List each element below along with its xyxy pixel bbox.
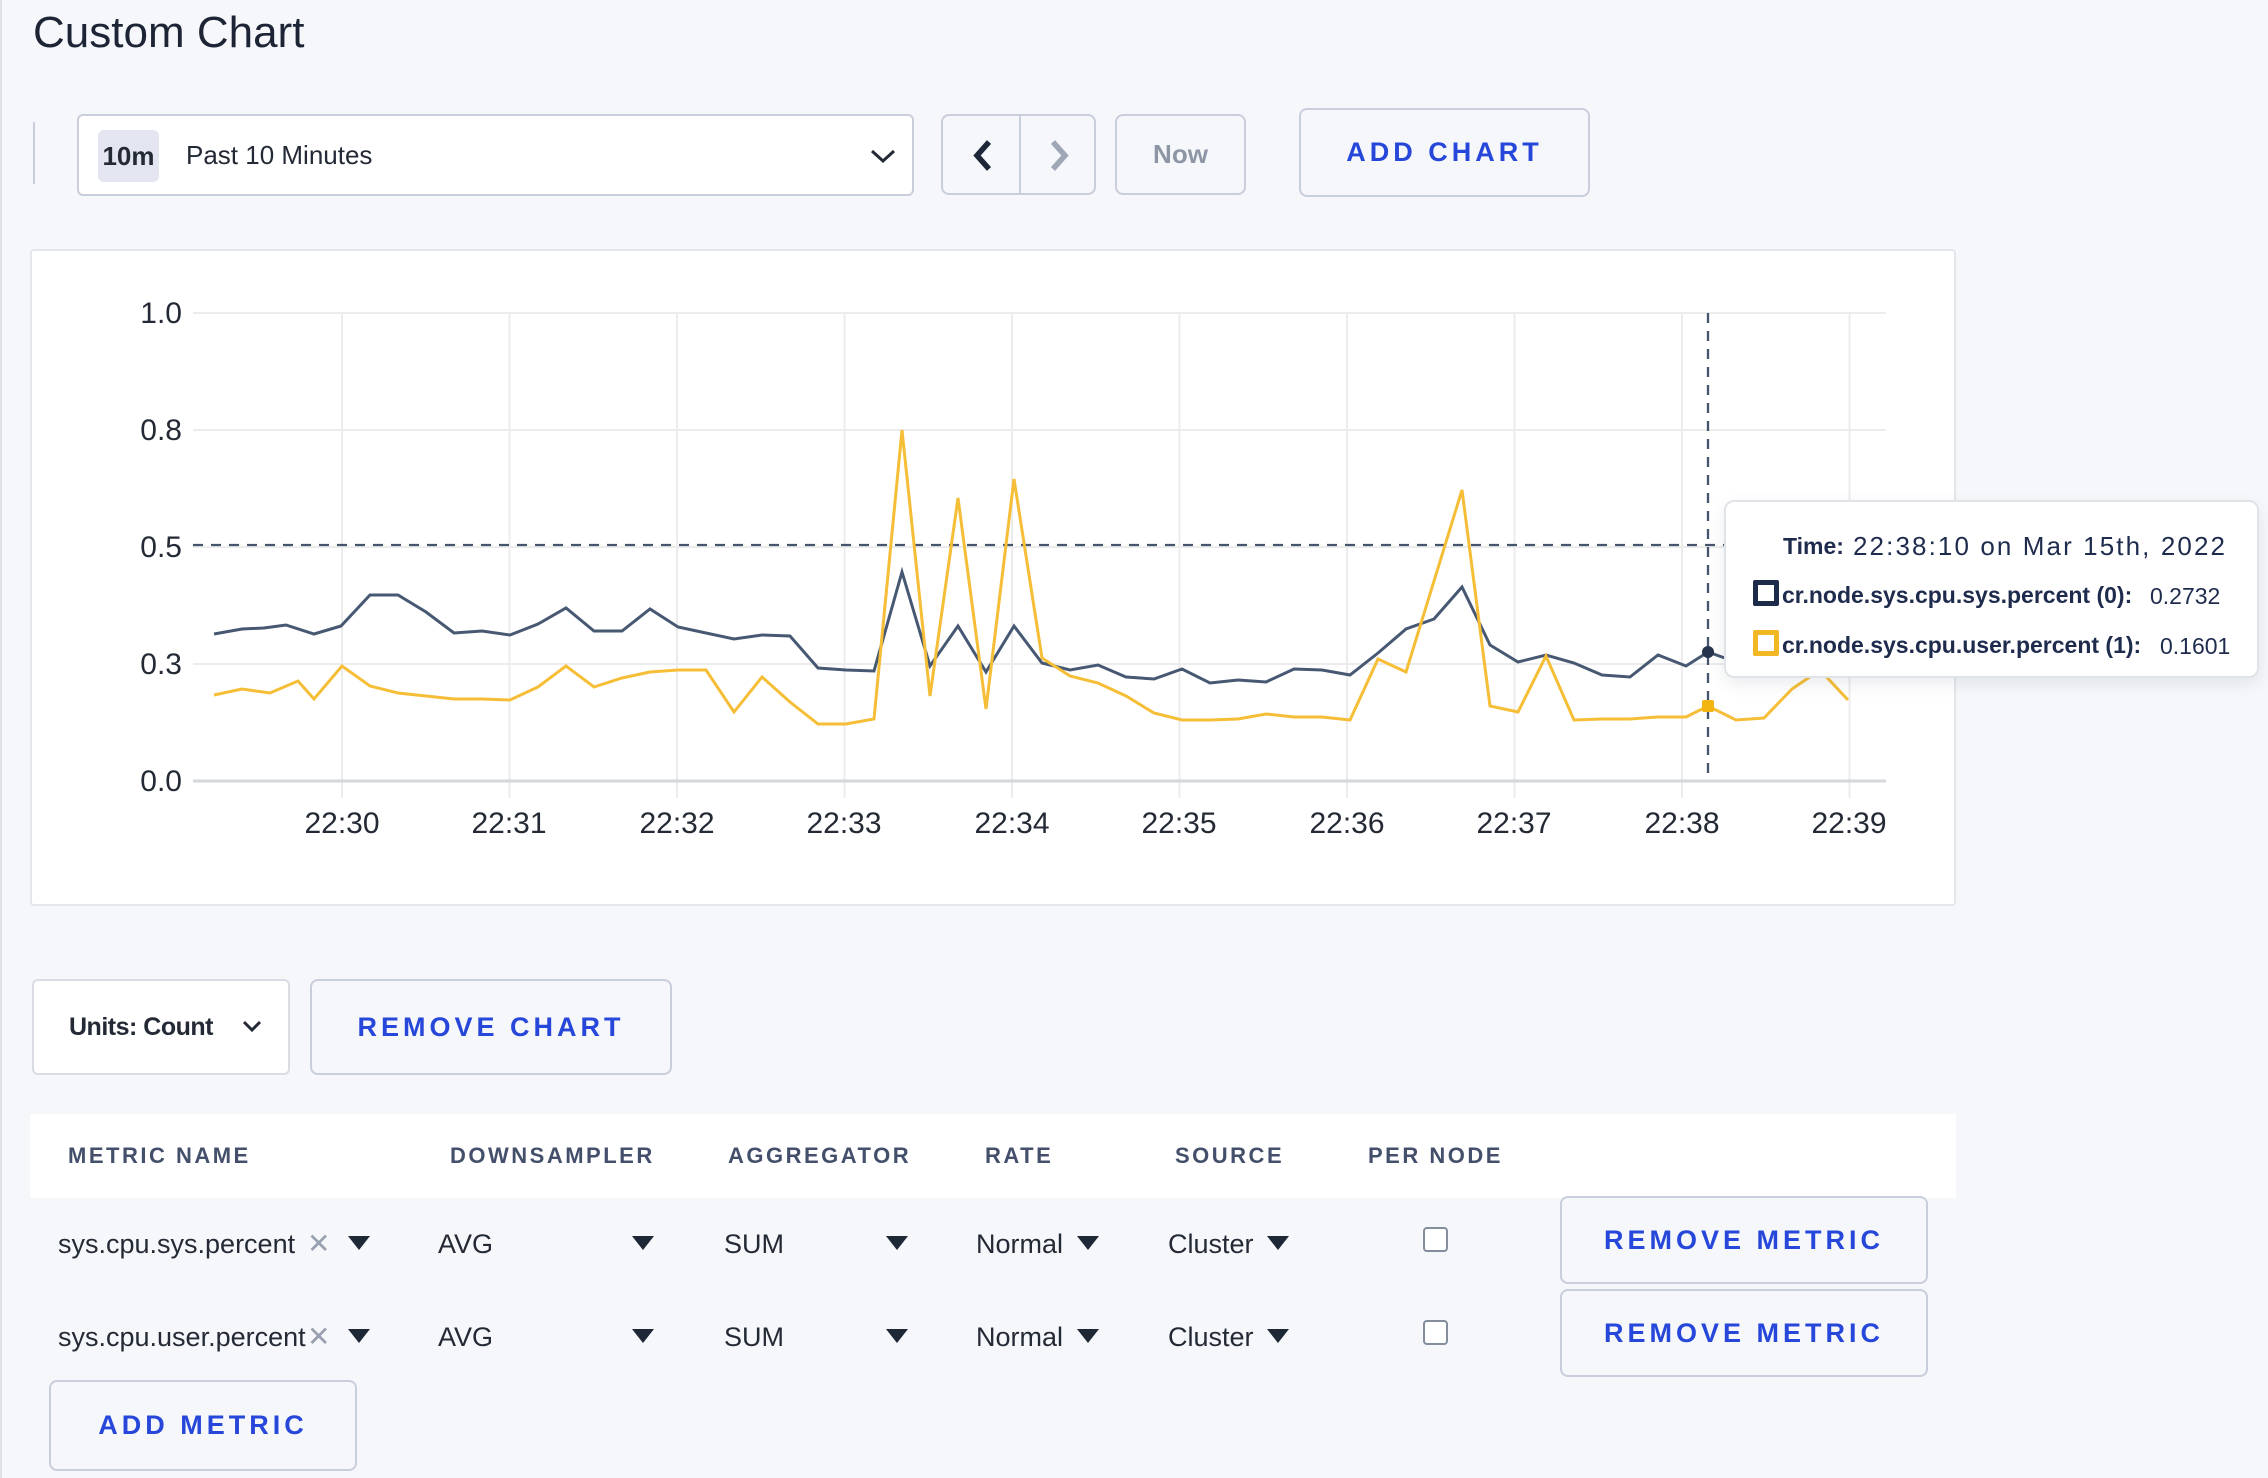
svg-text:0.3: 0.3: [140, 648, 182, 681]
svg-text:22:37: 22:37: [1476, 807, 1551, 840]
svg-text:22:31: 22:31: [471, 807, 546, 840]
svg-text:22:30: 22:30: [304, 807, 379, 840]
svg-text:0.0: 0.0: [140, 765, 182, 798]
svg-text:22:39: 22:39: [1811, 807, 1886, 840]
svg-text:22:33: 22:33: [806, 807, 881, 840]
svg-text:22:36: 22:36: [1309, 807, 1384, 840]
svg-text:22:32: 22:32: [639, 807, 714, 840]
svg-text:22:35: 22:35: [1141, 807, 1216, 840]
svg-text:22:38: 22:38: [1644, 807, 1719, 840]
svg-text:22:34: 22:34: [974, 807, 1049, 840]
svg-text:1.0: 1.0: [140, 297, 182, 330]
svg-text:0.8: 0.8: [140, 414, 182, 447]
svg-text:0.5: 0.5: [140, 531, 182, 564]
